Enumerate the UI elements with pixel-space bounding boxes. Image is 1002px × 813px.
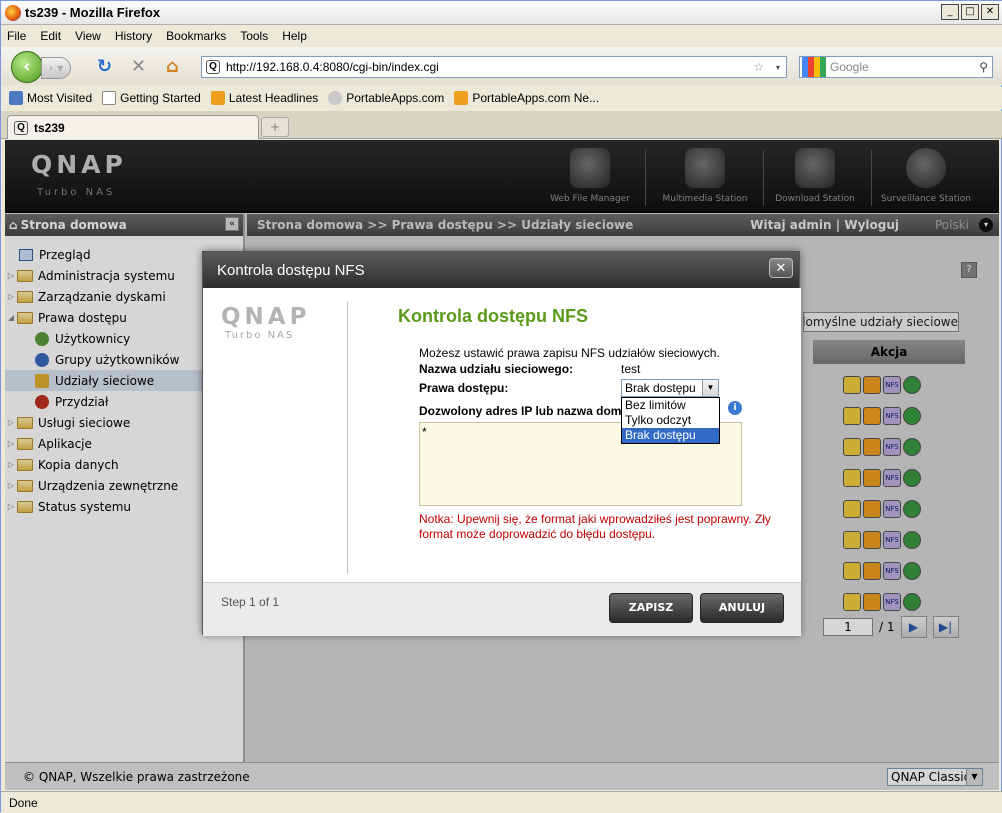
most-visited-icon [9, 91, 23, 105]
access-rights-select[interactable]: Brak dostępu ▼ [621, 379, 719, 397]
bookmark-star-icon[interactable]: ☆ [753, 60, 764, 74]
maximize-button[interactable]: □ [961, 4, 979, 20]
window-titlebar: ts239 - Mozilla Firefox _ □ ✕ [1, 1, 1002, 25]
menu-help[interactable]: Help [282, 29, 307, 43]
back-button[interactable]: ‹ [11, 51, 43, 83]
menu-file[interactable]: File [7, 29, 26, 43]
page-icon [102, 91, 117, 105]
navigation-toolbar: ‹ › ▾ ↻ ✕ ⌂ Q http://192.168.0.4:8080/cg… [1, 47, 1002, 85]
bookmark-most-visited[interactable]: Most Visited [9, 91, 92, 105]
status-bar: Done [1, 791, 1002, 813]
menu-history[interactable]: History [115, 29, 152, 43]
rss-icon [210, 91, 225, 105]
menu-view[interactable]: View [75, 29, 101, 43]
google-icon[interactable] [802, 57, 826, 77]
bookmark-portableapps-news[interactable]: PortableApps.com Ne... [454, 91, 599, 105]
dialog-close-icon[interactable]: ✕ [769, 258, 793, 278]
stop-icon[interactable]: ✕ [131, 57, 146, 77]
status-text: Done [9, 795, 38, 810]
cancel-button[interactable]: ANULUJ [700, 593, 784, 623]
new-tab-button[interactable]: + [261, 117, 289, 137]
menu-tools[interactable]: Tools [240, 29, 268, 43]
site-favicon: Q [206, 60, 220, 74]
dialog-footer: Step 1 of 1 ZAPISZ ANULUJ [203, 582, 801, 636]
url-bar[interactable]: Q http://192.168.0.4:8080/cgi-bin/index.… [201, 56, 787, 78]
minimize-button[interactable]: _ [941, 4, 959, 20]
access-rights-label: Prawa dostępu: [419, 381, 509, 395]
allowed-ip-label: Dozwolony adres IP lub nazwa domeny [419, 404, 643, 418]
url-dropdown-icon[interactable]: ▾ [776, 63, 780, 72]
option-read-only[interactable]: Tylko odczyt [622, 413, 719, 428]
menu-edit[interactable]: Edit [40, 29, 61, 43]
dialog-description: Możesz ustawić prawa zapisu NFS udziałów… [419, 346, 720, 360]
window-title: ts239 - Mozilla Firefox [25, 5, 161, 20]
info-icon[interactable]: i [728, 401, 742, 415]
portableapps-icon [328, 91, 343, 105]
close-button[interactable]: ✕ [981, 4, 999, 20]
dialog-divider [347, 302, 348, 574]
option-no-access[interactable]: Brak dostępu [622, 428, 719, 443]
nfs-access-dialog: Kontrola dostępu NFS ✕ QNAP Turbo NAS Ko… [202, 251, 801, 636]
option-no-limit[interactable]: Bez limitów [622, 398, 719, 413]
home-icon[interactable]: ⌂ [166, 57, 179, 77]
dialog-header: Kontrola dostępu NFS ✕ [203, 252, 799, 288]
dialog-qnap-logo-sub: Turbo NAS [225, 330, 295, 341]
bookmark-latest-headlines[interactable]: Latest Headlines [210, 91, 318, 105]
dialog-qnap-logo: QNAP [221, 304, 311, 330]
firefox-icon [5, 4, 21, 21]
bookmarks-toolbar: Most Visited Getting Started Latest Head… [1, 87, 1002, 109]
tab-bar: Q ts239 + [1, 111, 1002, 139]
search-box[interactable]: Google ⚲ [799, 56, 993, 78]
dialog-body: QNAP Turbo NAS Kontrola dostępu NFS Może… [203, 288, 801, 582]
menu-bookmarks[interactable]: Bookmarks [166, 29, 226, 43]
browser-window: ts239 - Mozilla Firefox _ □ ✕ File Edit … [0, 0, 1002, 813]
share-name-label: Nazwa udziału sieciowego: [419, 362, 574, 376]
tab-ts239[interactable]: Q ts239 [7, 115, 259, 139]
chevron-down-icon[interactable]: ▼ [702, 380, 718, 396]
dialog-note: Notka: Upewnij się, że format jaki wprow… [419, 512, 771, 541]
search-icon[interactable]: ⚲ [979, 60, 988, 74]
access-rights-dropdown-list: Bez limitów Tylko odczyt Brak dostępu [621, 397, 720, 444]
bookmark-portableapps[interactable]: PortableApps.com [328, 91, 444, 105]
reload-icon[interactable]: ↻ [97, 57, 112, 77]
rss-icon [454, 91, 469, 105]
search-placeholder: Google [830, 60, 869, 74]
forward-button[interactable]: › ▾ [41, 57, 71, 79]
share-name-value: test [621, 362, 641, 376]
bookmark-getting-started[interactable]: Getting Started [102, 91, 201, 105]
save-button[interactable]: ZAPISZ [609, 593, 693, 623]
step-indicator: Step 1 of 1 [221, 595, 280, 609]
url-text: http://192.168.0.4:8080/cgi-bin/index.cg… [226, 60, 439, 74]
menu-bar: File Edit View History Bookmarks Tools H… [1, 25, 1002, 47]
dialog-title: Kontrola dostępu NFS [398, 306, 588, 326]
site-favicon: Q [14, 120, 28, 135]
